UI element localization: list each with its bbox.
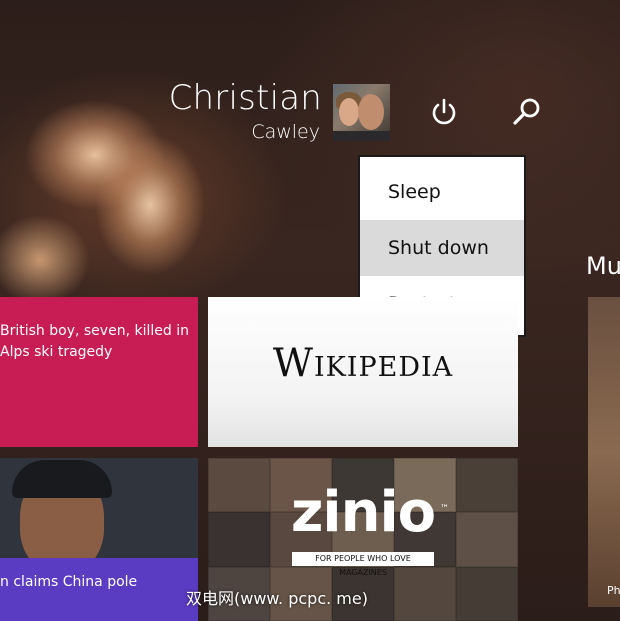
section-label-partial: Mu (586, 252, 620, 280)
photo-tile-partial[interactable]: Ph (588, 297, 620, 607)
sport-tile[interactable]: n claims China pole (0, 458, 198, 621)
wikipedia-tile[interactable]: Wikipedia (208, 297, 518, 447)
news-headline: British boy, seven, killed in Alps ski t… (0, 323, 189, 360)
menu-item-sleep[interactable]: Sleep (360, 164, 524, 220)
wikipedia-wordmark: Wikipedia (272, 341, 454, 386)
watermark: 双电网(www. pcpc. me) (186, 589, 368, 608)
news-tile[interactable]: British boy, seven, killed in Alps ski t… (0, 297, 198, 447)
user-first-name[interactable]: Christian (169, 78, 322, 118)
power-button[interactable] (427, 95, 461, 129)
sport-headline: n claims China pole (0, 574, 138, 590)
menu-item-shut-down[interactable]: Shut down (360, 220, 524, 276)
power-icon (432, 98, 456, 125)
avatar[interactable] (333, 84, 390, 141)
search-button[interactable] (510, 95, 544, 129)
trademark-mark: ™ (440, 504, 449, 514)
sport-caption-bar: n claims China pole (0, 558, 198, 621)
zinio-tagline: FOR PEOPLE WHO LOVE MAGAZINES (292, 552, 434, 577)
user-last-name[interactable]: Cawley (251, 121, 320, 143)
search-icon (513, 98, 540, 125)
photo-tile-caption: Ph (607, 584, 620, 597)
zinio-logo: zinio (290, 480, 436, 545)
